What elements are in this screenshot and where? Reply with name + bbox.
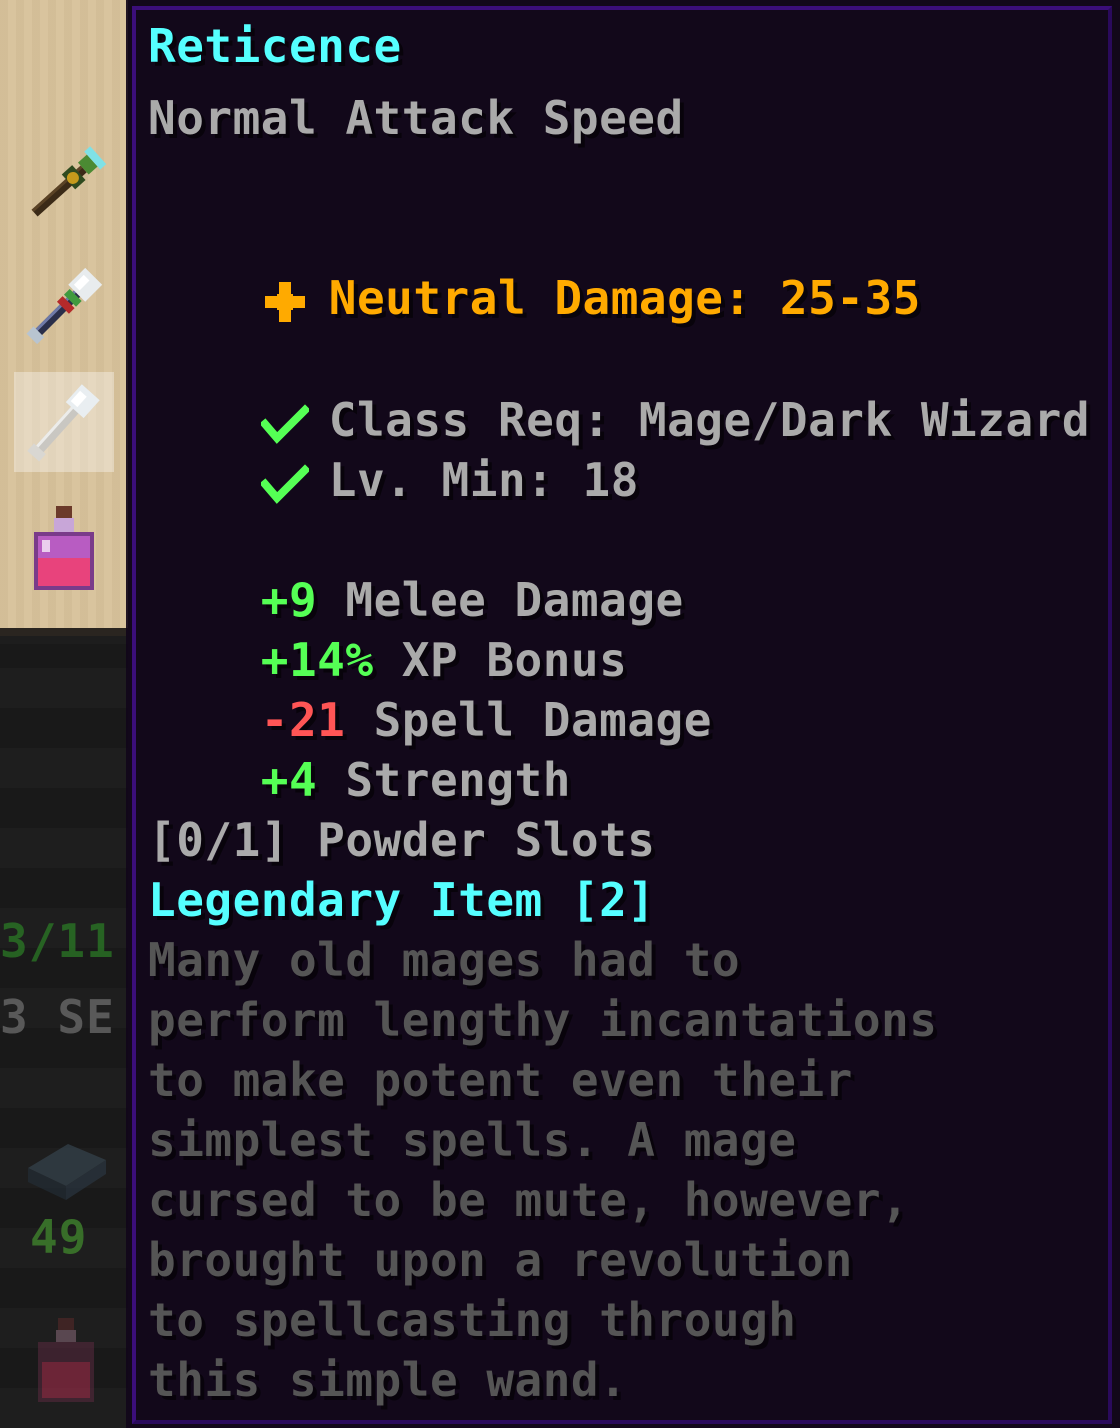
item-name: Reticence <box>148 19 402 73</box>
identification-melee-damage: +9 Melee Damage <box>148 510 684 627</box>
inventory-slot-potion[interactable] <box>14 500 114 600</box>
identification-strength: +4 Strength <box>148 690 571 807</box>
inventory-slot-selected[interactable] <box>14 372 114 472</box>
item-tooltip: Reticence Normal Attack Speed Neutral Da… <box>126 0 1120 1428</box>
identification-spell-damage: -21 Spell Damage <box>148 630 712 747</box>
wand-icon <box>31 146 107 217</box>
id-label: Strength <box>345 753 571 807</box>
identification-xp-bonus: +14% XP Bonus <box>148 570 627 687</box>
level-req-text: Lv. Min: 18 <box>328 453 639 507</box>
lore-line: perform lengthy incantations <box>148 993 938 1047</box>
rarity-tier: Legendary Item [2] <box>148 873 656 927</box>
book-icon[interactable] <box>24 1138 110 1204</box>
side-count-text: 3/11 <box>0 914 115 968</box>
class-requirement: Class Req: Mage/Dark Wizard <box>148 330 1090 447</box>
id-value: +4 <box>260 753 318 807</box>
lore-line: cursed to be mute, however, <box>148 1173 910 1227</box>
inventory-slot-wand[interactable] <box>14 136 114 236</box>
lore-line: simplest spells. A mage <box>148 1113 797 1167</box>
side-direction-text: 3 SE <box>0 990 115 1044</box>
potion-icon <box>34 506 94 590</box>
bone-wand-icon <box>27 384 100 462</box>
damage-text: Neutral Damage: 25-35 <box>328 271 921 325</box>
lore-line: to make potent even their <box>148 1053 853 1107</box>
neutral-damage-icon <box>264 281 305 322</box>
powder-slots: [0/1] Powder Slots <box>148 813 656 867</box>
checkmark-icon <box>260 463 309 504</box>
level-requirement: Lv. Min: 18 <box>148 390 639 507</box>
lore-line: brought upon a revolution <box>148 1233 853 1287</box>
relic-wand-icon <box>26 267 103 345</box>
lore-line: to spellcasting through <box>148 1293 797 1347</box>
attack-speed: Normal Attack Speed <box>148 91 684 145</box>
potion-icon[interactable] <box>28 1316 104 1406</box>
inventory-panel <box>0 0 128 636</box>
inventory-slot-relic-wand[interactable] <box>14 256 114 356</box>
damage-line: Neutral Damage: 25-35 <box>148 208 921 325</box>
lore-line: this simple wand. <box>148 1353 628 1407</box>
side-number-text: 49 <box>30 1210 88 1264</box>
lore-line: Many old mages had to <box>148 933 741 987</box>
